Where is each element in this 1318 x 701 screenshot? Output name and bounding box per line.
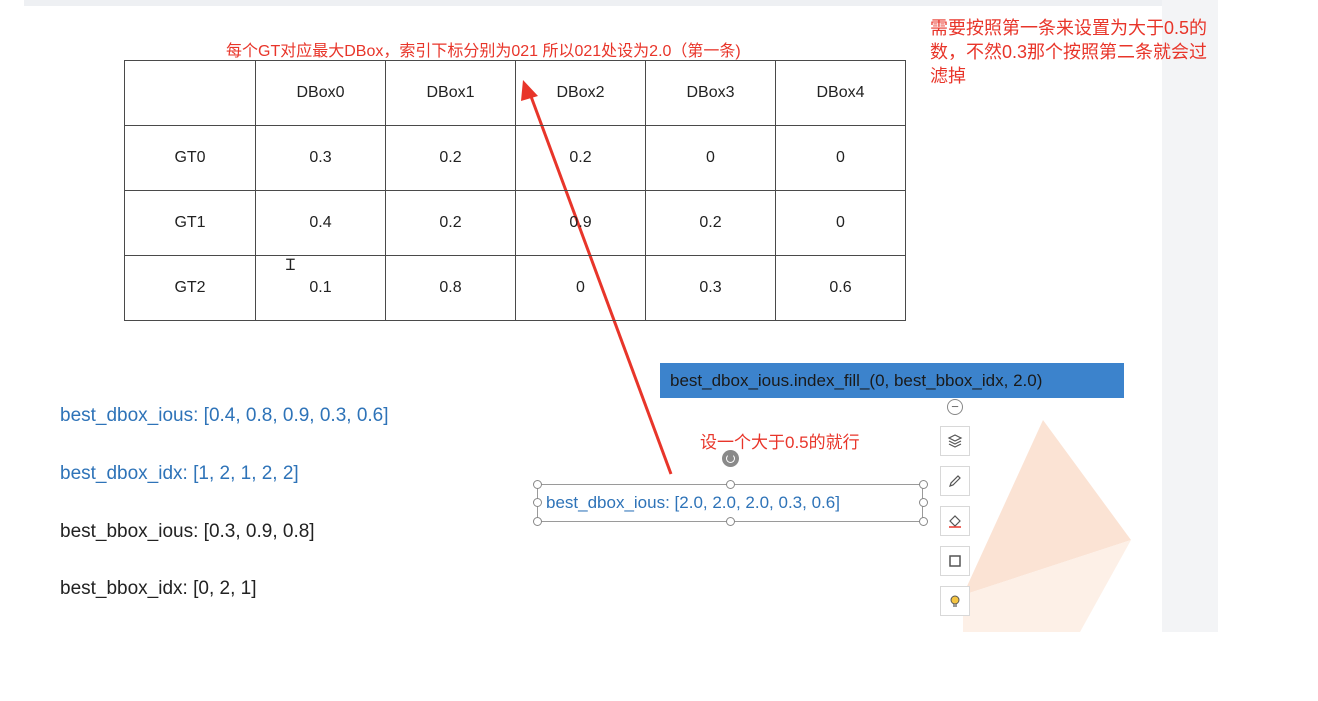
- resize-handle[interactable]: [726, 517, 735, 526]
- code-best-dbox-ious: best_dbox_ious: [0.4, 0.8, 0.9, 0.3, 0.6…: [60, 405, 389, 426]
- table-cell: 0.9: [515, 190, 646, 256]
- table-cell: 0.2: [645, 190, 776, 256]
- rotate-handle-icon[interactable]: [722, 450, 739, 467]
- table-cell: 0: [775, 125, 906, 191]
- table-cell: 0: [645, 125, 776, 191]
- minus-icon[interactable]: −: [947, 399, 963, 415]
- table-cell: 0.2: [515, 125, 646, 191]
- lightbulb-icon[interactable]: [940, 586, 970, 616]
- pen-icon[interactable]: [940, 466, 970, 496]
- resize-handle[interactable]: [533, 517, 542, 526]
- table-cell: 0.2: [385, 190, 516, 256]
- table-row: GT1 0.4 0.2 0.9 0.2 0: [124, 190, 906, 256]
- table-cell: 0.3: [645, 255, 776, 321]
- resize-handle[interactable]: [726, 480, 735, 489]
- header-dbox3: DBox3: [645, 60, 776, 126]
- table-cell: 0.2: [385, 125, 516, 191]
- table-cell: 0.6: [775, 255, 906, 321]
- header-corner: [124, 60, 256, 126]
- header-dbox2: DBox2: [515, 60, 646, 126]
- code-best-dbox-idx: best_dbox_idx: [1, 2, 1, 2, 2]: [60, 463, 299, 484]
- table-cell: 0.4: [255, 190, 386, 256]
- text-cursor-icon: Ɪ: [286, 257, 295, 274]
- frame-icon[interactable]: [940, 546, 970, 576]
- index-fill-code-bar[interactable]: best_dbox_ious.index_fill_(0, best_bbox_…: [660, 363, 1124, 398]
- table-cell: 0: [775, 190, 906, 256]
- table-cell: 0.1: [255, 255, 386, 321]
- code-best-bbox-ious: best_bbox_ious: [0.3, 0.9, 0.8]: [60, 521, 315, 542]
- table-cell: 0.3: [255, 125, 386, 191]
- fill-icon[interactable]: [940, 506, 970, 536]
- table-caption: 每个GT对应最大DBox，索引下标分别为021 所以021处设为2.0（第一条): [226, 43, 741, 60]
- red-hint-text: 设一个大于0.5的就行: [700, 433, 860, 452]
- resize-handle[interactable]: [533, 498, 542, 507]
- selected-textbox-text[interactable]: best_dbox_ious: [2.0, 2.0, 2.0, 0.3, 0.6…: [546, 493, 840, 513]
- row-label: GT2: [124, 255, 256, 321]
- row-label: GT1: [124, 190, 256, 256]
- resize-handle[interactable]: [919, 517, 928, 526]
- header-dbox4: DBox4: [775, 60, 906, 126]
- header-dbox1: DBox1: [385, 60, 516, 126]
- table-row: GT0 0.3 0.2 0.2 0 0: [124, 125, 906, 191]
- shape-format-toolbar: −: [940, 396, 970, 632]
- layers-icon[interactable]: [940, 426, 970, 456]
- table-cell: 0: [515, 255, 646, 321]
- resize-handle[interactable]: [533, 480, 542, 489]
- iou-table: DBox0 DBox1 DBox2 DBox3 DBox4 GT0 0.3 0.…: [124, 60, 906, 321]
- table-header-row: DBox0 DBox1 DBox2 DBox3 DBox4: [124, 60, 906, 126]
- code-best-bbox-idx: best_bbox_idx: [0, 2, 1]: [60, 578, 257, 599]
- row-label: GT0: [124, 125, 256, 191]
- resize-handle[interactable]: [919, 480, 928, 489]
- red-annotation-note: 需要按照第一条来设置为大于0.5的数，不然0.3那个按照第二条就会过滤掉: [930, 18, 1208, 86]
- table-row: GT2 0.1 0.8 0 0.3 0.6: [124, 255, 906, 321]
- resize-handle[interactable]: [919, 498, 928, 507]
- table-cell: 0.8: [385, 255, 516, 321]
- screen: 每个GT对应最大DBox，索引下标分别为021 所以021处设为2.0（第一条)…: [0, 0, 1318, 701]
- header-dbox0: DBox0: [255, 60, 386, 126]
